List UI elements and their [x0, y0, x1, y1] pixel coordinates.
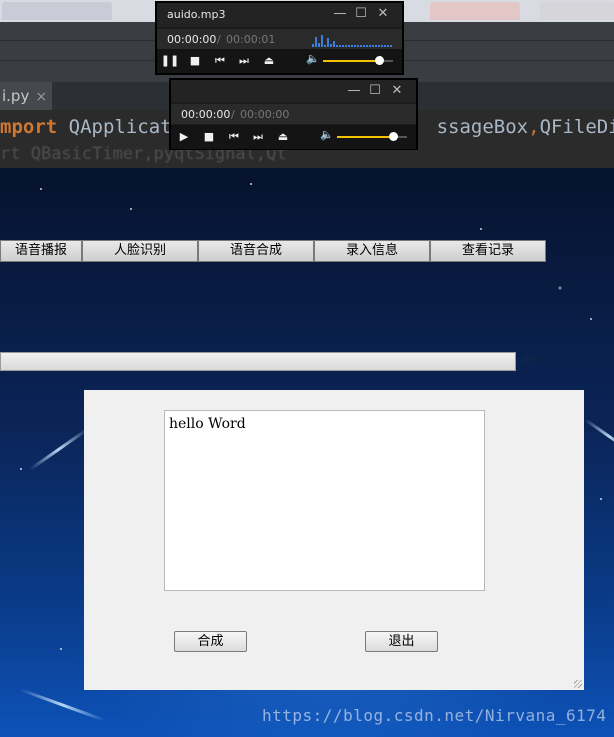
- play-icon[interactable]: ▶: [174, 127, 194, 147]
- volume-slider-fill: [323, 60, 379, 62]
- media-player-2: — ☐ ✕ 00:00:00 / 00:00:00 ▶ ■ ⏮ ⏭ ⏏ 🔈: [169, 78, 418, 150]
- stop-icon[interactable]: ■: [185, 51, 205, 71]
- close-icon[interactable]: ✕: [376, 6, 390, 21]
- file-tab-label: i.py: [2, 87, 30, 105]
- resize-grip[interactable]: [574, 680, 582, 688]
- time-separator: /: [231, 108, 235, 121]
- code-text: QApplicat: [57, 116, 172, 138]
- text-input-area[interactable]: hello Word: [164, 410, 485, 591]
- next-icon[interactable]: ⏭: [234, 51, 254, 71]
- close-icon[interactable]: ×: [35, 89, 47, 105]
- code-text: ssageBox: [436, 116, 529, 138]
- maximize-icon[interactable]: ☐: [368, 83, 382, 98]
- exit-button[interactable]: 退出: [365, 631, 438, 652]
- minimize-icon[interactable]: —: [347, 83, 361, 98]
- eject-icon[interactable]: ⏏: [273, 127, 293, 147]
- nav-view-records-button[interactable]: 查看记录: [430, 240, 546, 262]
- previous-icon[interactable]: ⏮: [210, 51, 230, 71]
- synthesis-panel: hello Word 合成 退出: [84, 390, 584, 690]
- progress-label: 0%: [522, 354, 538, 365]
- player-title: auido.mp3: [167, 8, 226, 21]
- synthesize-button[interactable]: 合成: [174, 631, 247, 652]
- code-comma: ,: [528, 116, 540, 138]
- player-title-bar[interactable]: — ☐ ✕: [171, 80, 416, 102]
- previous-icon[interactable]: ⏮: [224, 127, 244, 147]
- player-title-bar[interactable]: auido.mp3 — ☐ ✕: [157, 3, 402, 27]
- volume-slider-handle[interactable]: [389, 132, 398, 141]
- next-icon[interactable]: ⏭: [248, 127, 268, 147]
- progress-bar: [0, 352, 516, 371]
- volume-icon[interactable]: 🔈: [320, 128, 334, 141]
- file-tab[interactable]: i.py ×: [0, 82, 52, 110]
- current-time: 00:00:00: [181, 108, 231, 121]
- minimize-icon[interactable]: —: [333, 6, 347, 21]
- media-player-1: auido.mp3 — ☐ ✕ 00:00:00 / 00:00:01 ❚❚ ■…: [155, 1, 404, 75]
- player-time-bar: 00:00:00 / 00:00:00: [171, 104, 416, 124]
- player-controls: ▶ ■ ⏮ ⏭ ⏏ 🔈: [171, 125, 416, 149]
- volume-icon[interactable]: 🔈: [306, 52, 320, 65]
- current-time: 00:00:00: [167, 33, 217, 46]
- total-time: 00:00:00: [240, 108, 290, 121]
- nav-speech-synthesis-button[interactable]: 语音合成: [198, 240, 314, 262]
- code-keyword: mport: [0, 116, 58, 138]
- nav-voice-broadcast-button[interactable]: 语音播报: [0, 240, 82, 262]
- maximize-icon[interactable]: ☐: [354, 6, 368, 21]
- nav-enter-info-button[interactable]: 录入信息: [314, 240, 430, 262]
- volume-slider-handle[interactable]: [375, 56, 384, 65]
- pause-icon[interactable]: ❚❚: [160, 51, 180, 71]
- player-controls: ❚❚ ■ ⏮ ⏭ ⏏ 🔈: [157, 49, 402, 73]
- eject-icon[interactable]: ⏏: [259, 51, 279, 71]
- time-separator: /: [217, 33, 221, 46]
- stop-icon[interactable]: ■: [199, 127, 219, 147]
- app-nav: 语音播报 人脸识别 语音合成 录入信息 查看记录: [0, 240, 546, 262]
- nav-face-recognition-button[interactable]: 人脸识别: [82, 240, 198, 262]
- audio-visualizer: [312, 33, 393, 47]
- watermark: https://blog.csdn.net/Nirvana_6174: [262, 706, 607, 725]
- close-icon[interactable]: ✕: [390, 83, 404, 98]
- volume-slider-fill: [337, 136, 393, 138]
- total-time: 00:00:01: [226, 33, 276, 46]
- code-text: QFileDia: [539, 116, 614, 138]
